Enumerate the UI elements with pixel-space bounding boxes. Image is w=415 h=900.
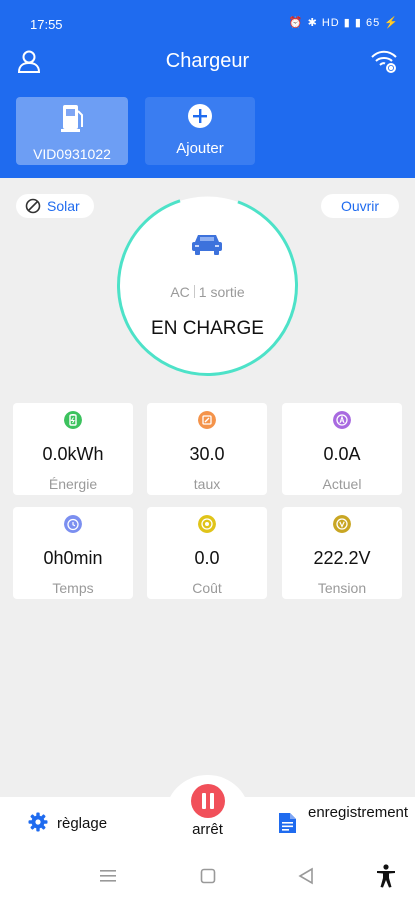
add-label: Ajouter [176, 140, 224, 157]
energy-value: 0.0kWh [42, 444, 104, 464]
back-icon[interactable] [298, 867, 314, 885]
voltage-card: 222.2V Tension [282, 507, 402, 599]
time-card: 0h0min Temps [13, 507, 133, 599]
plus-circle-icon [188, 104, 212, 128]
home-icon[interactable] [200, 868, 216, 884]
battery-icon [64, 411, 82, 429]
system-navigation-bar [0, 853, 415, 900]
records-label: enregistrement [308, 804, 409, 821]
charger-output-info: AC 1 sortie [115, 284, 300, 300]
charger-outputs: 1 sortie [198, 284, 245, 300]
add-device-button[interactable]: Ajouter [145, 97, 255, 165]
records-button[interactable]: enregistrement [278, 803, 415, 845]
gear-icon [28, 812, 48, 832]
cost-label: Coût [192, 580, 222, 596]
energy-label: Énergie [48, 476, 98, 492]
device-id-label: VID0931022 [33, 146, 111, 162]
clock-icon [64, 515, 82, 533]
coin-icon [198, 515, 216, 533]
voltage-value: 222.2V [313, 548, 371, 568]
accessibility-icon[interactable] [376, 864, 396, 888]
current-value: 0.0A [323, 444, 361, 464]
cost-value: 0.0 [194, 548, 220, 568]
menu-icon[interactable] [100, 869, 116, 883]
car-icon [192, 235, 222, 255]
divider [193, 285, 195, 298]
open-button[interactable]: Ouvrir [321, 194, 399, 218]
rate-card: 30.0 taux [147, 403, 267, 495]
rate-icon [198, 411, 216, 429]
energy-card: 0.0kWh Énergie [13, 403, 133, 495]
current-card: 0.0A Actuel [282, 403, 402, 495]
disabled-icon [25, 198, 41, 214]
status-icons: ⏰ ✱ HD ▮ ▮ 65 ⚡ [288, 17, 399, 29]
charging-station-icon [61, 105, 83, 132]
app-header: 17:55 ⏰ ✱ HD ▮ ▮ 65 ⚡ Chargeur VID093102… [0, 0, 415, 178]
document-icon [279, 813, 296, 833]
device-card[interactable]: VID0931022 [16, 97, 128, 165]
solar-label: Solar [47, 198, 80, 214]
voltage-label: Tension [317, 580, 367, 596]
status-bar: 17:55 ⏰ ✱ HD ▮ ▮ 65 ⚡ [0, 0, 415, 44]
pause-icon [210, 793, 214, 809]
current-label: Actuel [322, 476, 362, 492]
time-value: 0h0min [43, 548, 103, 568]
charging-status: EN CHARGE [151, 318, 264, 339]
page-title: Chargeur [165, 50, 250, 72]
settings-label: règlage [57, 815, 108, 832]
pause-icon [202, 793, 206, 809]
stop-label[interactable]: arrêt [165, 821, 250, 838]
current-icon [333, 411, 351, 429]
rate-label: taux [193, 476, 221, 492]
rate-value: 30.0 [189, 444, 225, 464]
solar-toggle[interactable]: Solar [16, 194, 94, 218]
time-label: Temps [52, 580, 94, 596]
status-time: 17:55 [30, 17, 63, 32]
charger-type: AC [170, 284, 190, 300]
stop-button[interactable] [191, 784, 225, 818]
wifi-settings-icon[interactable] [369, 46, 399, 76]
voltage-icon [333, 515, 351, 533]
cost-card: 0.0 Coût [147, 507, 267, 599]
